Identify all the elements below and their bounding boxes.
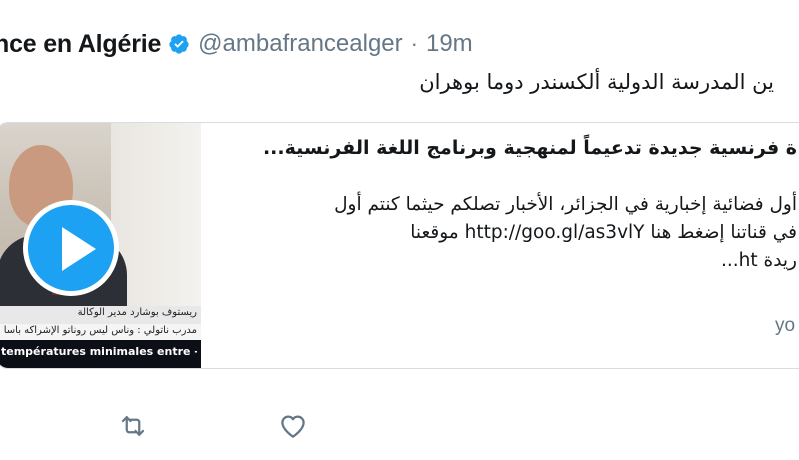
separator-dot: · xyxy=(410,31,418,56)
card-description-line: ريدة ht... xyxy=(720,250,797,271)
card-description: أول فضائية إخبارية في الجزائر، الأخبار ت… xyxy=(237,191,797,275)
thumbnail-caption: مدرب ناتولي : وناس ليس روناتو الإشراكه ب… xyxy=(3,325,197,336)
tweet-header: nce en Algérie @ambafrancealger · 19m xyxy=(0,24,473,64)
tweet-actions xyxy=(115,408,311,444)
link-card[interactable]: ريستوف بوشارد مدير الوكالة لتعليم الفرنس… xyxy=(0,122,799,369)
card-description-line: أول فضائية إخبارية في الجزائر، الأخبار ت… xyxy=(334,194,797,215)
retweet-icon xyxy=(121,416,145,436)
tweet-text: ين المدرسة الدولية ألكسندر دوما بوهران xyxy=(419,70,774,94)
timestamp[interactable]: 19m xyxy=(426,30,473,58)
display-name[interactable]: nce en Algérie xyxy=(0,30,161,59)
video-thumbnail[interactable]: ريستوف بوشارد مدير الوكالة لتعليم الفرنس… xyxy=(0,123,201,368)
heart-icon xyxy=(281,415,305,438)
thumbnail-ticker: températures minimales entre -02° et xyxy=(1,345,197,358)
play-button-icon[interactable] xyxy=(23,200,119,296)
user-handle[interactable]: @ambafrancealger xyxy=(198,30,402,58)
card-title[interactable]: ة فرنسية جديدة تدعيماً لمنهجية وبرنامج ا… xyxy=(237,137,797,159)
verified-badge-icon xyxy=(168,33,190,55)
card-description-line: في قناتنا إضغط هنا http://goo.gl/as3vlY … xyxy=(410,222,797,243)
card-domain: yo xyxy=(775,315,796,336)
like-button[interactable] xyxy=(275,408,311,444)
thumbnail-caption: ريستوف بوشارد مدير الوكالة لتعليم الفرنس… xyxy=(77,307,197,318)
retweet-button[interactable] xyxy=(115,408,151,444)
